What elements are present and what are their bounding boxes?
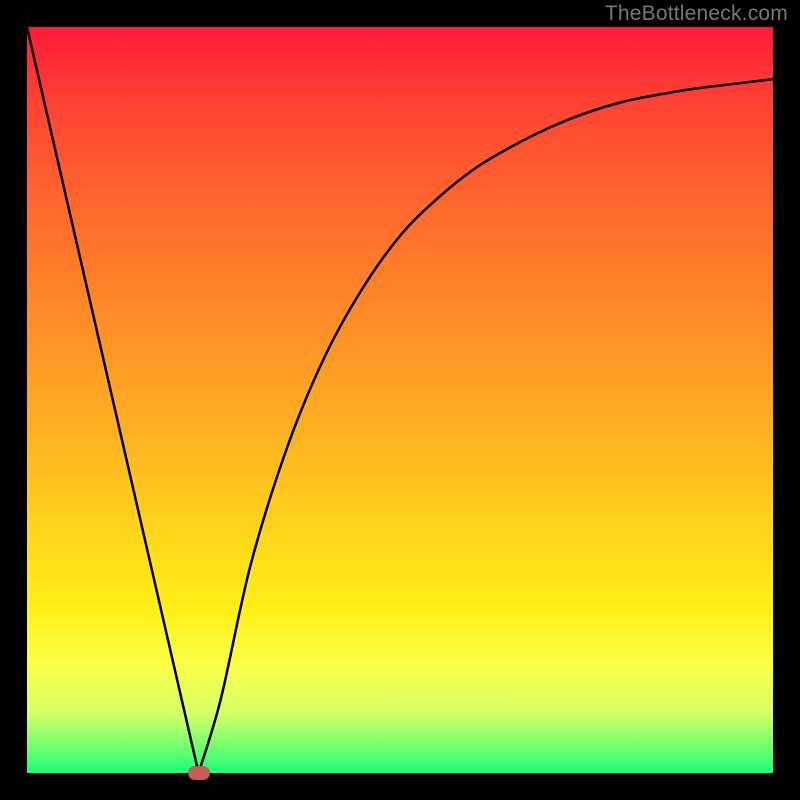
watermark-text: TheBottleneck.com	[605, 2, 788, 26]
bottleneck-curve	[27, 27, 773, 773]
chart-frame: TheBottleneck.com	[0, 0, 800, 800]
optimum-marker	[188, 766, 210, 780]
plot-area	[27, 27, 773, 773]
